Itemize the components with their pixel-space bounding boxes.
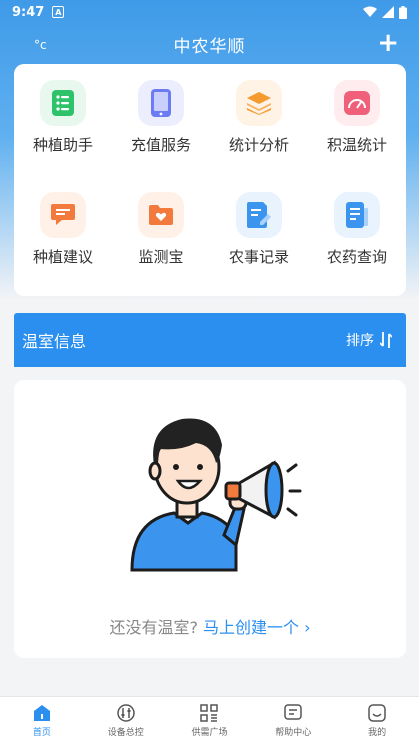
temperature-label[interactable]: °c <box>34 38 47 52</box>
feature-label: 统计分析 <box>228 136 289 154</box>
create-link-label: 马上创建一个 <box>203 618 300 637</box>
feature-recharge[interactable]: 充值服务 <box>112 80 210 172</box>
sort-icon <box>380 332 392 348</box>
status-time: 9:47 <box>12 4 45 20</box>
feature-planting-assistant[interactable]: 种植助手 <box>14 80 112 172</box>
app-title: 中农华顺 <box>173 36 246 57</box>
edit-doc-icon <box>236 192 282 238</box>
feature-label: 农事记录 <box>228 248 289 266</box>
sort-button[interactable]: 排序 <box>346 330 392 350</box>
feature-label: 积温统计 <box>326 136 387 154</box>
chat-icon <box>284 703 303 720</box>
feature-statistics[interactable]: 统计分析 <box>210 80 308 172</box>
empty-text: 还没有温室? <box>109 618 198 637</box>
signal-icon <box>382 6 394 18</box>
bottom-nav: 首页 设备总控 供需广场 帮助中心 我的 <box>0 696 419 744</box>
nav-label: 我的 <box>368 727 387 738</box>
empty-state-card: 还没有温室? 马上创建一个 › <box>14 380 406 658</box>
feature-label: 充值服务 <box>130 136 191 154</box>
feature-label: 监测宝 <box>138 248 184 266</box>
phone-icon <box>138 80 184 126</box>
nav-help-center[interactable]: 帮助中心 <box>251 697 335 744</box>
status-bar: 9:47 A <box>0 0 419 24</box>
comment-icon <box>40 192 86 238</box>
doc-icon <box>334 192 380 238</box>
layers-icon <box>236 80 282 126</box>
gauge-icon <box>334 80 380 126</box>
chevron-right-icon: › <box>304 618 311 637</box>
nav-supply-demand[interactable]: 供需广场 <box>168 697 252 744</box>
grid-icon <box>200 703 219 722</box>
nav-label: 设备总控 <box>107 727 144 738</box>
greenhouse-section-header: 温室信息 排序 <box>14 313 406 367</box>
feature-farm-records[interactable]: 农事记录 <box>210 192 308 284</box>
folder-heart-icon <box>138 192 184 238</box>
feature-pesticide-query[interactable]: 农药查询 <box>308 192 406 284</box>
feature-monitor[interactable]: 监测宝 <box>112 192 210 284</box>
nav-home[interactable]: 首页 <box>0 697 84 744</box>
sort-label: 排序 <box>346 333 374 349</box>
nav-label: 帮助中心 <box>275 727 312 738</box>
megaphone-person-illustration <box>130 418 302 572</box>
smile-icon <box>368 703 386 722</box>
feature-label: 种植助手 <box>32 136 93 154</box>
feature-label: 种植建议 <box>32 248 93 266</box>
battery-icon <box>399 5 407 19</box>
app-bar: °c 中农华顺 + <box>0 26 419 62</box>
section-title: 温室信息 <box>22 332 87 351</box>
wifi-icon <box>363 6 377 17</box>
list-icon <box>40 80 86 126</box>
feature-accumulated-temperature[interactable]: 积温统计 <box>308 80 406 172</box>
sliders-icon <box>116 703 135 722</box>
nav-device-control[interactable]: 设备总控 <box>84 697 168 744</box>
feature-grid: 种植助手 充值服务 统计分析 积温统计 种植建议 监测宝 农事记录 农药查询 <box>14 64 406 296</box>
nav-mine[interactable]: 我的 <box>335 697 419 744</box>
notification-icon: A <box>52 6 65 18</box>
empty-state-message: 还没有温室? 马上创建一个 › <box>14 614 406 638</box>
nav-label: 首页 <box>32 727 51 738</box>
feature-planting-advice[interactable]: 种植建议 <box>14 192 112 284</box>
feature-label: 农药查询 <box>326 248 387 266</box>
status-icons <box>363 5 407 19</box>
create-greenhouse-link[interactable]: 马上创建一个 › <box>203 618 311 637</box>
nav-label: 供需广场 <box>191 727 228 738</box>
home-icon <box>33 704 50 721</box>
add-button[interactable]: + <box>377 30 399 56</box>
